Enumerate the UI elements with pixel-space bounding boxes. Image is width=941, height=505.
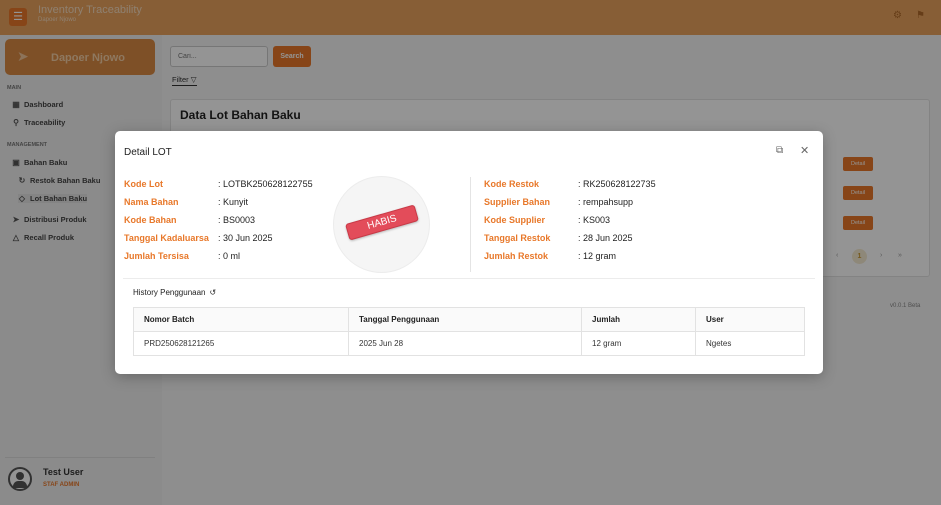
field-label: Jumlah Restok bbox=[484, 251, 549, 261]
column-header: Tanggal Penggunaan bbox=[348, 307, 582, 332]
field-value: : KS003 bbox=[578, 215, 611, 225]
field-label: Nama Bahan bbox=[124, 197, 179, 207]
field-label: Tanggal Kadaluarsa bbox=[124, 233, 209, 243]
history-title-label: History Penggunaan bbox=[133, 288, 206, 297]
field-value: : BS0003 bbox=[218, 215, 256, 225]
detail-lot-modal: Detail LOT ⧉ ✕ Kode Lot : LOTBK250628122… bbox=[115, 131, 823, 374]
cell-amount: 12 gram bbox=[581, 331, 696, 356]
history-table: Nomor Batch Tanggal Penggunaan Jumlah Us… bbox=[133, 307, 805, 356]
field-value: : 0 ml bbox=[218, 251, 241, 261]
cell-user: Ngetes bbox=[695, 331, 805, 356]
table-header-row: Nomor Batch Tanggal Penggunaan Jumlah Us… bbox=[133, 307, 805, 332]
field-value: : rempahsupp bbox=[578, 197, 634, 207]
field-label: Supplier Bahan bbox=[484, 197, 551, 207]
cell-date: 2025 Jun 28 bbox=[348, 331, 582, 356]
column-header: Jumlah bbox=[581, 307, 696, 332]
field-label: Kode Bahan bbox=[124, 215, 177, 225]
field-label: Tanggal Restok bbox=[484, 233, 551, 243]
cell-batch: PRD250628121265 bbox=[133, 331, 349, 356]
history-title: History Penggunaan ↺ bbox=[133, 288, 216, 297]
history-icon: ↺ bbox=[209, 288, 217, 297]
field-label: Kode Lot bbox=[124, 179, 163, 189]
field-value: : RK250628122735 bbox=[578, 179, 656, 189]
table-row: PRD250628121265 2025 Jun 28 12 gram Nget… bbox=[133, 331, 805, 356]
field-value: : 12 gram bbox=[578, 251, 617, 261]
column-header: User bbox=[695, 307, 805, 332]
section-divider bbox=[123, 278, 815, 279]
field-label: Kode Supplier bbox=[484, 215, 546, 225]
field-label: Jumlah Tersisa bbox=[124, 251, 189, 261]
field-label: Kode Restok bbox=[484, 179, 540, 189]
close-icon[interactable]: ✕ bbox=[800, 144, 809, 157]
column-header: Nomor Batch bbox=[133, 307, 349, 332]
field-value: : 30 Jun 2025 bbox=[218, 233, 273, 243]
field-value: : 28 Jun 2025 bbox=[578, 233, 633, 243]
field-value: : LOTBK250628122755 bbox=[218, 179, 313, 189]
field-value: : Kunyit bbox=[218, 197, 249, 207]
expand-icon[interactable]: ⧉ bbox=[776, 145, 783, 156]
modal-title: Detail LOT bbox=[124, 147, 172, 158]
column-divider bbox=[470, 177, 471, 272]
